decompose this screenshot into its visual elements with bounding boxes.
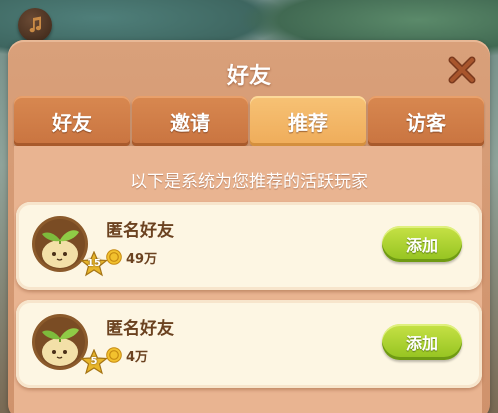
level-badge: 5 — [79, 348, 109, 375]
coin-row: 4万 — [106, 346, 149, 365]
music-note-icon — [29, 16, 42, 33]
tab-recommend[interactable]: 推荐 — [250, 96, 366, 146]
coin-row: 49万 — [106, 248, 158, 267]
level-value: 5 — [90, 356, 98, 367]
coin-value: 49万 — [126, 251, 158, 267]
close-icon — [448, 56, 476, 84]
player-name: 匿名好友 — [106, 319, 174, 339]
player-name: 匿名好友 — [106, 221, 174, 241]
player-card: 15 匿名好友 49万 添加 — [16, 202, 482, 290]
tab-invite[interactable]: 邀请 — [132, 96, 248, 146]
player-card: 5 匿名好友 4万 添加 — [16, 300, 482, 388]
coin-icon — [106, 249, 122, 265]
level-badge: 15 — [79, 250, 109, 277]
music-toggle-button[interactable] — [18, 8, 52, 42]
tab-visitors[interactable]: 访客 — [368, 96, 484, 146]
tab-bar: 好友 邀请 推荐 访客 — [14, 96, 484, 148]
close-button[interactable] — [444, 52, 480, 88]
game-screen: 好友 好友 邀请 推荐 访客 以下是系统为您推荐的活跃玩家 15 匿名好友 49… — [0, 0, 498, 413]
tab-friends[interactable]: 好友 — [14, 96, 130, 146]
level-value: 15 — [87, 258, 101, 269]
coin-value: 4万 — [126, 349, 149, 365]
dialog-title: 好友 — [226, 64, 271, 89]
add-friend-button[interactable]: 添加 — [382, 226, 462, 262]
add-friend-button[interactable]: 添加 — [382, 324, 462, 360]
recommend-subtitle: 以下是系统为您推荐的活跃玩家 — [130, 172, 368, 192]
coin-icon — [106, 347, 122, 363]
